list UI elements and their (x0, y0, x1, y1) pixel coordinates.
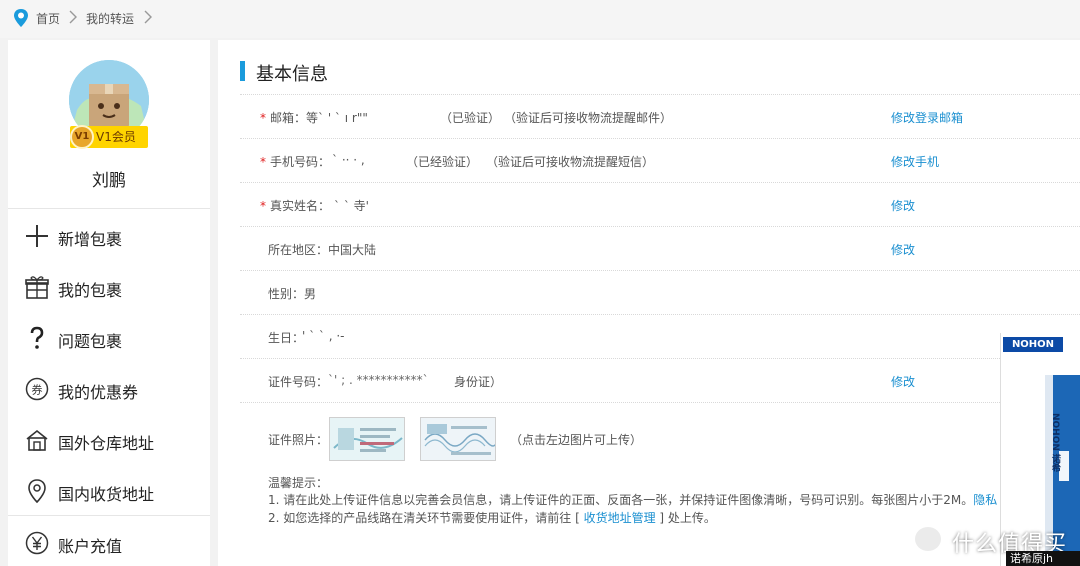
vip-badge: V1 V1会员 (70, 125, 148, 149)
id-photo-back[interactable] (420, 417, 496, 461)
site-watermark: 什么值得买 (912, 524, 1080, 557)
sidebar-item-my-packages[interactable]: 我的包裹 (22, 270, 210, 306)
warehouse-icon (26, 429, 48, 451)
id-number-value: `' ; . ***********` (328, 373, 429, 387)
breadcrumb: 首页 我的转运 (0, 0, 1080, 38)
realname-label: * 真实姓名： (260, 199, 331, 213)
edit-id-link[interactable]: 修改 (891, 373, 915, 390)
edit-realname-link[interactable]: 修改 (891, 197, 915, 214)
tips-title: 温馨提示： (268, 476, 329, 490)
id-card-front-thumbnail (330, 418, 404, 460)
phone-label: * 手机号码： (260, 155, 331, 169)
vip-level-icon: V1 (70, 125, 94, 149)
edit-phone-link[interactable]: 修改手机 (891, 153, 939, 170)
ad-logo: NOHON (1003, 337, 1063, 352)
field-row-email: * 邮箱： 等` ' ` ı r"" （已验证） （验证后可接收物流提醒邮件） 修… (240, 94, 1080, 138)
id-photo-hint: （点击左边图片可上传） (510, 433, 643, 447)
field-row-id-number: 证件号码： `' ; . ***********` 身份证） 修改 (240, 358, 1080, 402)
email-note: （验证后可接收物流提醒邮件） (504, 111, 673, 125)
gender-value: 男 (304, 287, 317, 301)
sidebar-item-label: 新增包裹 (58, 230, 123, 249)
phone-note: （验证后可接收物流提醒短信） (486, 155, 655, 169)
chevron-right-icon (144, 10, 152, 24)
edit-email-link[interactable]: 修改登录邮箱 (891, 109, 963, 126)
email-status: （已验证） (440, 111, 501, 125)
sidebar-item-problem-packages[interactable]: 问题包裹 (22, 321, 210, 357)
phone-status: （已经验证） (406, 155, 479, 169)
sidebar-item-label: 账户充值 (58, 537, 123, 556)
field-row-gender: 性别： 男 (240, 270, 1080, 314)
birthday-label: 生日： (268, 331, 305, 345)
phone-value: ` ·· · , (332, 153, 365, 167)
privacy-link[interactable]: 隐私 (973, 493, 997, 507)
vip-badge-label: V1会员 (96, 130, 136, 144)
sidebar-item-new-package[interactable]: 新增包裹 (22, 219, 210, 255)
field-row-phone: * 手机号码： ` ·· · , （已经验证） （验证后可接收物流提醒短信） 修改… (240, 138, 1080, 182)
sidebar-item-recharge[interactable]: 账户充值 (22, 526, 210, 562)
sidebar-item-overseas-warehouse[interactable]: 国外仓库地址 (22, 423, 210, 459)
breadcrumb-current[interactable]: 我的转运 (86, 10, 134, 27)
region-label: 所在地区： (268, 243, 329, 257)
id-card-back-thumbnail (421, 418, 495, 460)
email-value: 等` ' ` ı r"" (306, 111, 368, 125)
gender-label: 性别： (268, 287, 305, 301)
yen-icon (25, 531, 49, 555)
plus-icon (26, 225, 48, 247)
edit-region-link[interactable]: 修改 (891, 241, 915, 258)
question-icon (30, 326, 44, 349)
field-row-birthday: 生日： ' ` ` , ·- (240, 314, 1080, 358)
id-photo-front[interactable] (329, 417, 405, 461)
id-type: 身份证） (454, 375, 503, 389)
realname-value: ` ` 寺' (334, 199, 369, 213)
sidebar: V1 V1会员 刘鹏 新增包裹 我的包裹 问题包裹 券 我的优惠券 国外仓库地址… (8, 40, 210, 566)
id-number-label: 证件号码： (268, 375, 329, 389)
region-value: 中国大陆 (328, 243, 377, 257)
location-pin-icon (28, 479, 46, 504)
breadcrumb-home[interactable]: 首页 (36, 10, 60, 27)
overlay-caption: 诺希原jh (1006, 551, 1080, 566)
sidebar-item-label: 国外仓库地址 (58, 434, 155, 453)
ad-side-text: NOHON 诺希 (1050, 413, 1060, 473)
sidebar-item-label: 国内收货地址 (58, 485, 155, 504)
sidebar-item-label: 我的包裹 (58, 281, 123, 300)
chevron-right-icon (69, 10, 77, 24)
email-label: * 邮箱： (260, 111, 307, 125)
sidebar-item-domestic-address[interactable]: 国内收货地址 (22, 474, 210, 510)
id-photo-label: 证件照片： (268, 433, 329, 447)
field-row-realname: * 真实姓名： ` ` 寺' 修改 (240, 182, 1080, 226)
divider (8, 515, 210, 516)
divider (8, 208, 210, 209)
svg-text:券: 券 (32, 383, 43, 397)
sidebar-item-coupons[interactable]: 券 我的优惠券 (22, 372, 210, 408)
address-manage-link[interactable]: 收货地址管理 (584, 511, 656, 525)
section-title: 基本信息 (256, 64, 328, 85)
watermark-logo-icon (912, 524, 944, 554)
tips-line-2: 2. 如您选择的产品线路在清关环节需要使用证件，请前往 [ 收货地址管理 ] 处… (268, 511, 716, 525)
sidebar-item-label: 我的优惠券 (58, 383, 139, 402)
field-row-region: 所在地区： 中国大陆 修改 (240, 226, 1080, 270)
coupon-icon: 券 (25, 377, 49, 401)
main-panel: 基本信息 * 邮箱： 等` ' ` ı r"" （已验证） （验证后可接收物流提醒… (218, 40, 1080, 566)
location-pin-icon (14, 9, 28, 27)
tips-line-1: 1. 请在此处上传证件信息以完善会员信息，请上传证件的正面、反面各一张，并保持证… (268, 493, 998, 507)
birthday-value: ' ` ` , ·- (302, 329, 345, 343)
section-accent-bar (240, 61, 245, 81)
gift-box-icon (25, 276, 49, 299)
username: 刘鹏 (92, 171, 126, 191)
sidebar-item-label: 问题包裹 (58, 332, 123, 351)
